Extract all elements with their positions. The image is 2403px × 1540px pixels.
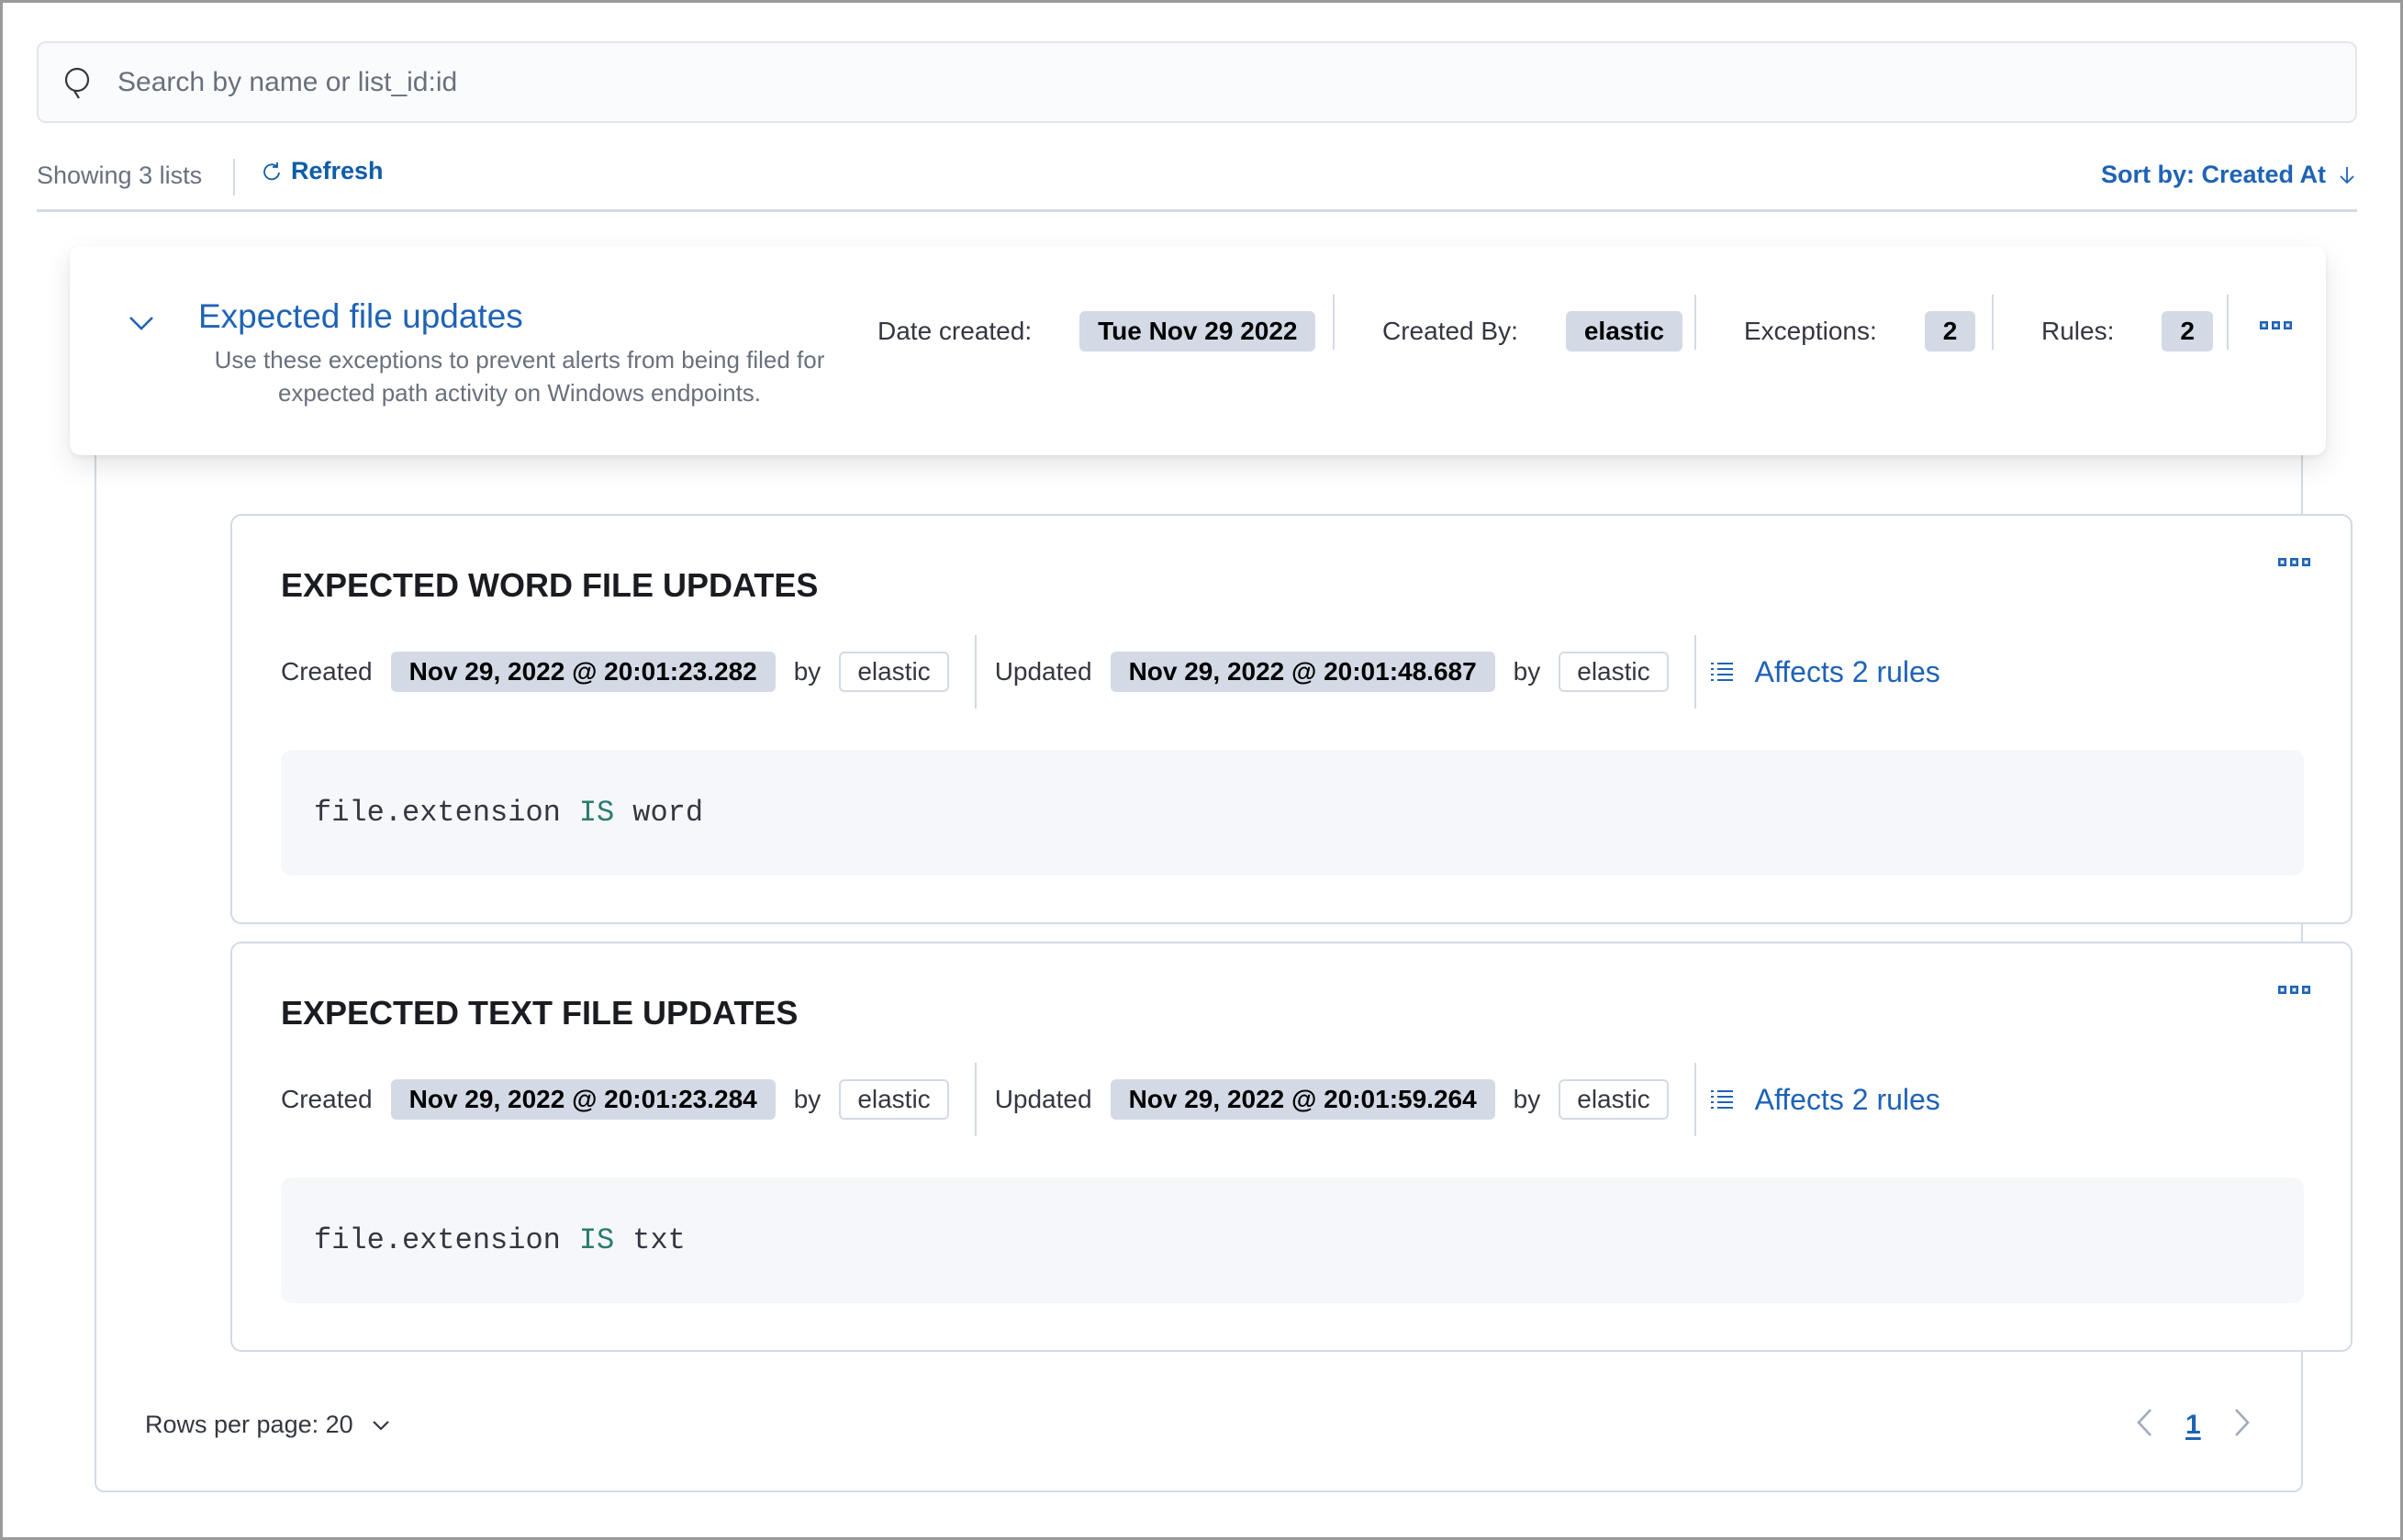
refresh-button[interactable]: Refresh xyxy=(262,157,384,185)
rows-per-page-label: Rows per page: 20 xyxy=(145,1411,353,1438)
list-icon xyxy=(1710,1090,1733,1109)
created-by-badge: elastic xyxy=(839,652,949,692)
exception-item-title: EXPECTED TEXT FILE UPDATES xyxy=(281,994,799,1032)
list-description: Use these exceptions to prevent alerts f… xyxy=(214,346,825,407)
meta-divider xyxy=(2227,295,2229,350)
list-toolbar: Showing 3 lists Refresh Sort by: Created… xyxy=(37,151,2357,212)
list-icon xyxy=(1710,663,1733,681)
page: Showing 3 lists Refresh Sort by: Created… xyxy=(3,3,2400,1537)
list-actions-button[interactable] xyxy=(2260,321,2292,329)
updated-date-badge: Nov 29, 2022 @ 20:01:48.687 xyxy=(1110,652,1495,692)
pagination: 1 xyxy=(2132,1407,2254,1443)
refresh-label: Refresh xyxy=(291,157,384,184)
by-label: by xyxy=(1513,657,1541,686)
by-label: by xyxy=(793,1085,821,1113)
by-label: by xyxy=(793,657,821,686)
condition-value: txt xyxy=(632,1223,686,1257)
meta-divider xyxy=(1693,635,1696,709)
rules-count-field: Rules: 2 xyxy=(2041,303,2213,360)
date-created-label: Date created: xyxy=(877,317,1033,345)
exception-condition: file.extension IS word xyxy=(281,750,2304,876)
condition-field: file.extension xyxy=(314,796,561,830)
refresh-icon xyxy=(263,162,280,180)
dot-icon xyxy=(2302,558,2310,566)
condition-operator: IS xyxy=(578,796,615,830)
list-expanded-container: EXPECTED WORD FILE UPDATES Created Nov 2… xyxy=(95,388,2353,1492)
exception-condition: file.extension IS txt xyxy=(281,1177,2304,1303)
item-actions-button[interactable] xyxy=(2278,986,2310,994)
date-created-badge: Tue Nov 29 2022 xyxy=(1079,311,1316,352)
condition-operator: IS xyxy=(578,1223,615,1257)
by-label: by xyxy=(1513,1085,1541,1113)
search-bar xyxy=(37,41,2357,123)
dot-icon xyxy=(2278,986,2286,994)
created-by-label: Created By: xyxy=(1382,317,1518,345)
exceptions-label: Exceptions: xyxy=(1744,317,1877,345)
affects-rules-link[interactable]: Affects 2 rules xyxy=(1709,655,1940,689)
meta-divider xyxy=(1694,295,1696,350)
rules-label: Rules: xyxy=(2041,317,2115,345)
meta-divider xyxy=(974,1063,977,1136)
dot-icon xyxy=(2290,558,2298,566)
search-icon xyxy=(64,67,90,99)
updated-by-badge: elastic xyxy=(1559,652,1669,692)
chevron-left-icon xyxy=(2137,1409,2152,1436)
affects-rules-link[interactable]: Affects 2 rules xyxy=(1709,1083,1940,1117)
dot-icon xyxy=(2278,558,2286,566)
exceptions-count-field: Exceptions: 2 xyxy=(1744,303,1976,360)
chevron-down-icon[interactable] xyxy=(125,307,158,340)
dot-icon xyxy=(2284,321,2292,329)
condition-field: file.extension xyxy=(314,1223,561,1257)
created-label: Created xyxy=(281,657,373,686)
rules-count-badge: 2 xyxy=(2162,311,2213,352)
list-title-link[interactable]: Expected file updates xyxy=(198,297,523,336)
dot-icon xyxy=(2290,986,2298,994)
affects-rules-label: Affects 2 rules xyxy=(1754,1082,1940,1116)
created-by-field: Created By: elastic xyxy=(1382,303,1683,360)
exception-item-meta: Created Nov 29, 2022 @ 20:01:23.282 by e… xyxy=(281,635,1940,709)
created-date-badge: Nov 29, 2022 @ 20:01:23.282 xyxy=(390,652,776,692)
dot-icon xyxy=(2302,986,2310,994)
sort-button[interactable]: Sort by: Created At xyxy=(2101,161,2357,189)
dot-icon xyxy=(2260,321,2268,329)
meta-divider xyxy=(1992,295,1994,350)
rows-per-page-button[interactable]: Rows per page: 20 xyxy=(145,1411,392,1439)
exception-item-title: EXPECTED WORD FILE UPDATES xyxy=(281,566,819,604)
page-1-button[interactable]: 1 xyxy=(2185,1410,2201,1441)
showing-count: Showing 3 lists xyxy=(37,162,203,189)
previous-page-button[interactable] xyxy=(2132,1407,2158,1443)
toolbar-divider xyxy=(233,159,235,195)
exception-item: EXPECTED WORD FILE UPDATES Created Nov 2… xyxy=(230,514,2353,924)
exception-item-meta: Created Nov 29, 2022 @ 20:01:23.284 by e… xyxy=(281,1063,1940,1136)
created-label: Created xyxy=(281,1085,373,1113)
exception-list-header: Expected file updates Use these exceptio… xyxy=(70,246,2326,455)
updated-label: Updated xyxy=(994,1085,1092,1113)
search-input[interactable] xyxy=(117,43,2320,121)
updated-by-badge: elastic xyxy=(1559,1079,1669,1120)
affects-rules-label: Affects 2 rules xyxy=(1754,654,1940,688)
meta-divider xyxy=(974,635,977,709)
created-date-badge: Nov 29, 2022 @ 20:01:23.284 xyxy=(390,1079,776,1120)
exceptions-count-badge: 2 xyxy=(1924,311,1976,352)
exception-item: EXPECTED TEXT FILE UPDATES Created Nov 2… xyxy=(230,942,2353,1352)
condition-value: word xyxy=(632,796,704,830)
updated-label: Updated xyxy=(994,657,1092,686)
dot-icon xyxy=(2272,321,2280,329)
date-created-field: Date created: Tue Nov 29 2022 xyxy=(877,303,1316,360)
created-by-badge: elastic xyxy=(1565,311,1683,352)
chevron-right-icon xyxy=(2234,1409,2250,1436)
meta-divider xyxy=(1693,1063,1696,1136)
sort-label: Sort by: Created At xyxy=(2100,161,2326,188)
meta-divider xyxy=(1333,295,1335,350)
next-page-button[interactable] xyxy=(2229,1407,2254,1443)
chevron-down-icon xyxy=(372,1420,389,1431)
created-by-badge: elastic xyxy=(839,1079,949,1120)
arrow-down-icon xyxy=(2340,166,2354,184)
updated-date-badge: Nov 29, 2022 @ 20:01:59.264 xyxy=(1110,1079,1495,1120)
item-actions-button[interactable] xyxy=(2278,558,2310,566)
